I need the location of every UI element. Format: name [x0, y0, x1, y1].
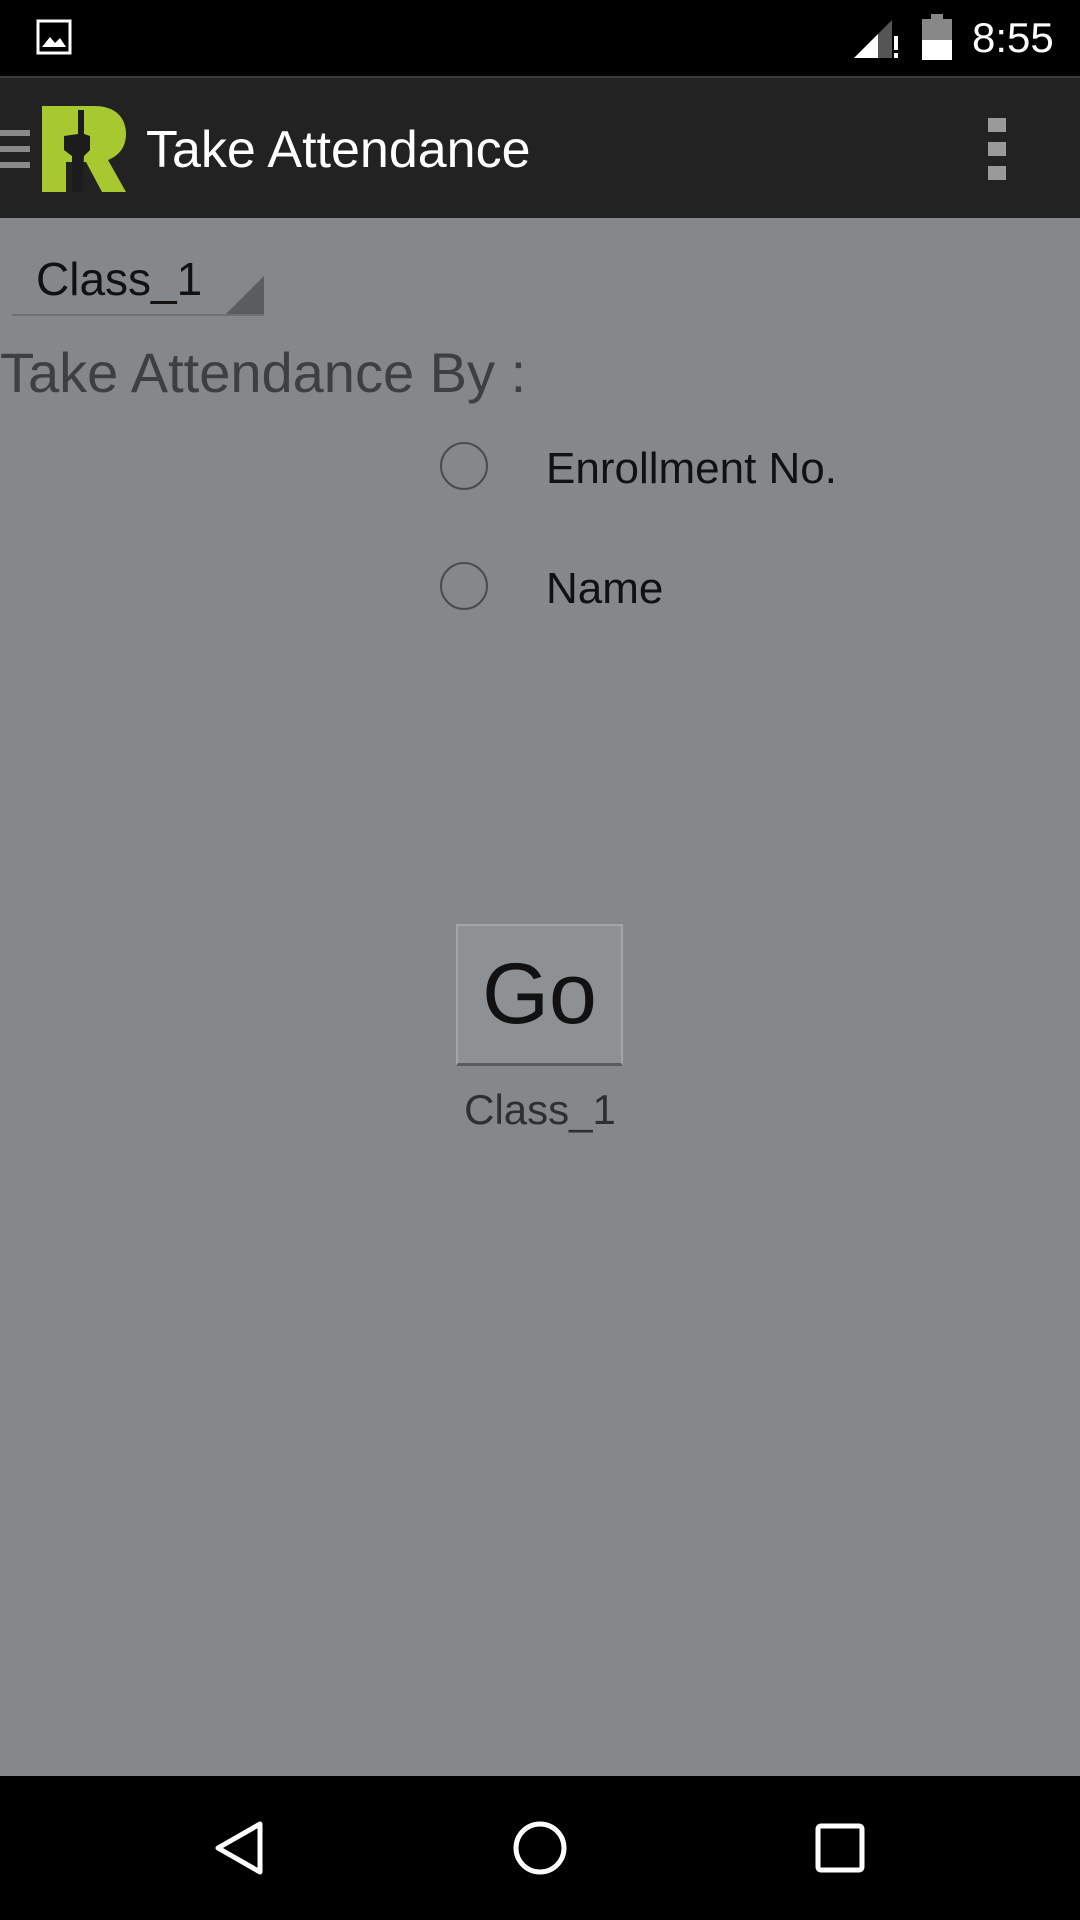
overflow-menu-icon[interactable] [984, 116, 1010, 182]
navigation-bar [0, 1776, 1080, 1920]
action-bar: Take Attendance [0, 76, 1080, 218]
back-icon[interactable] [208, 1816, 272, 1880]
app-logo[interactable] [42, 106, 126, 192]
status-bar: 8:55 [0, 0, 1080, 76]
take-attendance-by-label: Take Attendance By : [0, 341, 527, 404]
radio-label-name: Name [546, 564, 664, 613]
gallery-icon [36, 19, 72, 55]
go-button[interactable]: Go [456, 924, 623, 1066]
radio-button-icon[interactable] [440, 442, 488, 490]
signal-icon [854, 20, 898, 58]
drawer-icon[interactable] [0, 128, 30, 170]
battery-icon [922, 14, 952, 60]
recents-icon[interactable] [808, 1816, 872, 1880]
status-clock: 8:55 [972, 14, 1054, 61]
radio-button-icon[interactable] [440, 562, 488, 610]
selected-class-caption: Class_1 [464, 1086, 616, 1133]
content-area: Class_1 Take Attendance By : Enrollment … [0, 218, 1080, 1776]
radio-label-enrollment: Enrollment No. [546, 444, 838, 493]
class-spinner[interactable]: Class_1 [12, 238, 264, 316]
screen-title: Take Attendance [146, 121, 531, 179]
home-icon[interactable] [508, 1816, 572, 1880]
spinner-arrow-icon [226, 276, 264, 314]
class-spinner-value: Class_1 [36, 253, 203, 305]
